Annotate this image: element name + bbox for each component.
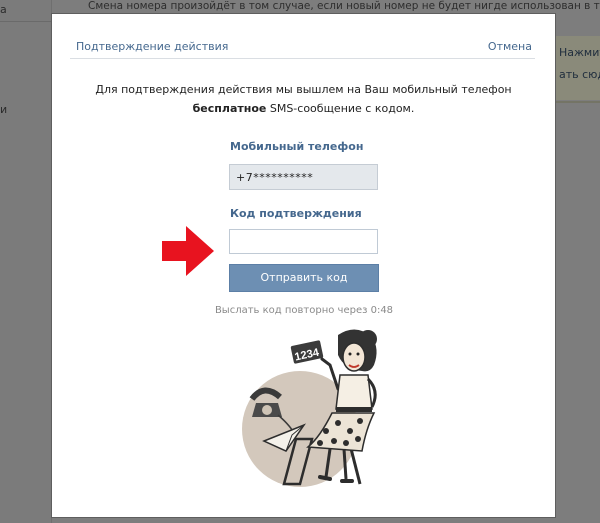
background-left-column: а и [0,0,52,523]
dialog-header: Подтверждение действия Отмена [52,14,555,56]
cancel-link[interactable]: Отмена [488,40,532,53]
background-right-link: Нажмите [559,46,600,59]
background-divider [555,101,600,103]
confirmation-dialog: Подтверждение действия Отмена Для подтве… [52,14,555,517]
background-notice-text: Смена номера произойдёт в том случае, ес… [88,0,600,12]
background-left-item: а [0,3,7,16]
background-divider [0,21,52,22]
intro-text: Для подтверждения действия мы вышлем на … [72,80,535,118]
dialog-title: Подтверждение действия [76,40,229,53]
phone-label: Мобильный телефон [230,140,364,153]
background-right-link: ать сюд [559,68,600,81]
resend-timer-text: Выслать код повторно через 0:48 [214,305,394,316]
code-input[interactable] [229,229,378,254]
background-left-item: и [0,103,8,116]
header-divider [70,58,535,59]
intro-line-1: Для подтверждения действия мы вышлем на … [95,83,512,96]
woman-with-phone-illustration: 1234 [242,329,377,487]
intro-line-2: SMS-сообщение с кодом. [266,102,415,115]
send-code-button[interactable]: Отправить код [229,264,379,292]
background-right-panel: Нажмите ать сюд [555,36,600,100]
phone-field: +7********** [229,164,378,190]
red-arrow-icon [162,226,214,276]
intro-bold-word: бесплатное [192,102,267,115]
code-label: Код подтверждения [230,207,362,220]
